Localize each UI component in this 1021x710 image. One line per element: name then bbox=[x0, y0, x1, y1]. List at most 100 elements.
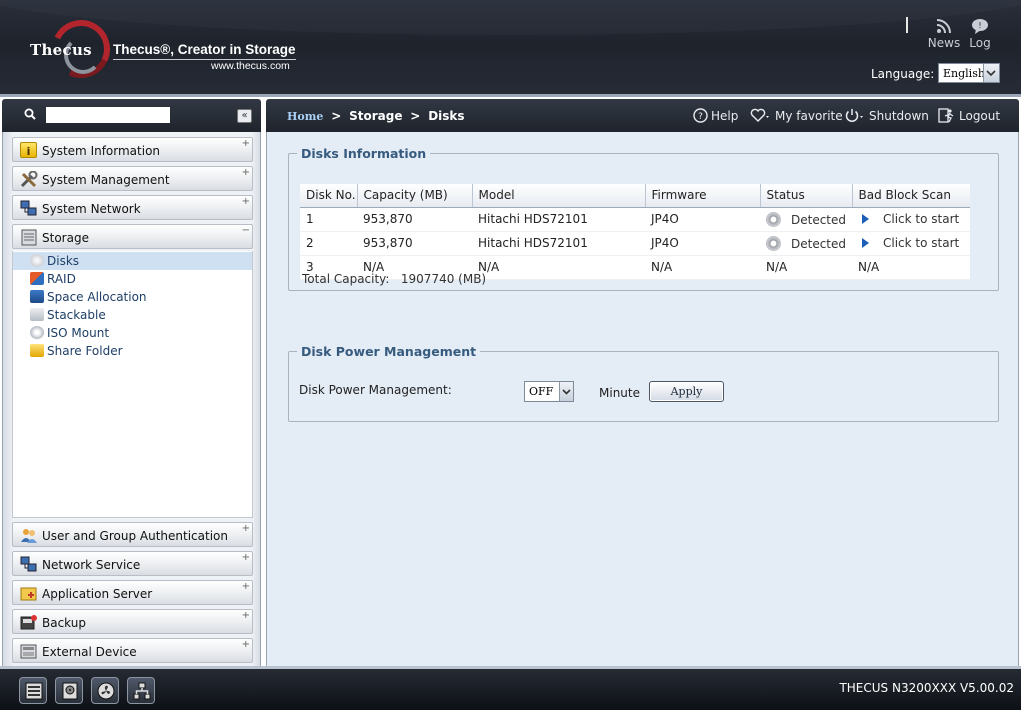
disk-power-dropdown-button[interactable] bbox=[559, 382, 573, 401]
sidebar-item-backup[interactable]: Backup + bbox=[12, 609, 253, 634]
server-status-button[interactable] bbox=[19, 677, 47, 704]
model-cell: Hitachi HDS72101 bbox=[472, 231, 645, 256]
expand-icon[interactable]: + bbox=[242, 167, 250, 178]
brand-url: www.thecus.com bbox=[211, 60, 290, 72]
expand-icon[interactable]: + bbox=[242, 581, 250, 592]
sidebar-search-bar: « bbox=[2, 99, 261, 132]
bad-block-scan-cell[interactable]: Click to start bbox=[852, 207, 970, 232]
play-icon[interactable] bbox=[862, 214, 869, 224]
expand-icon[interactable]: + bbox=[242, 610, 250, 621]
total-capacity-label: Total Capacity: bbox=[302, 272, 390, 286]
disks-information-legend: Disks Information bbox=[301, 146, 427, 161]
column-header[interactable]: Bad Block Scan bbox=[852, 184, 970, 208]
table-row[interactable]: 1 953,870 Hitachi HDS72101 JP4O Detected… bbox=[300, 207, 970, 232]
svg-text:?: ? bbox=[698, 112, 703, 122]
column-header[interactable]: Model bbox=[472, 184, 646, 208]
language-label: Language: bbox=[871, 67, 935, 81]
disk-status-button[interactable] bbox=[55, 677, 83, 704]
sidebar-item-user-group-authentication[interactable]: User and Group Authentication + bbox=[12, 522, 253, 547]
bad-block-scan-link[interactable]: Click to start bbox=[883, 212, 959, 226]
heart-icon bbox=[750, 108, 769, 122]
breadcrumb-storage[interactable]: Storage bbox=[349, 109, 402, 123]
disk-power-timeout-select[interactable]: OFF bbox=[524, 381, 574, 402]
disks-information-panel: Disks Information Disk No. Capacity (MB)… bbox=[288, 146, 999, 291]
my-favorite-button[interactable]: My favorite bbox=[750, 108, 843, 123]
sidebar-item-network-service[interactable]: Network Service + bbox=[12, 551, 253, 576]
disks-table: Disk No. Capacity (MB) Model Firmware St… bbox=[300, 184, 970, 280]
table-row[interactable]: 2 953,870 Hitachi HDS72101 JP4O Detected… bbox=[300, 231, 970, 256]
collapse-sidebar-button[interactable]: « bbox=[237, 109, 252, 123]
status-cell: Detected bbox=[760, 207, 852, 232]
collapse-icon[interactable]: − bbox=[242, 225, 250, 236]
expand-icon[interactable]: + bbox=[242, 138, 250, 149]
brand-tagline: Thecus®, Creator in Storage bbox=[113, 42, 296, 60]
sidebar-item-raid[interactable]: RAID bbox=[13, 270, 252, 288]
breadcrumb-home[interactable]: Home bbox=[287, 110, 323, 123]
sidebar-item-system-network[interactable]: System Network + bbox=[12, 195, 253, 220]
sidebar-item-disks[interactable]: Disks bbox=[13, 252, 252, 270]
sidebar-subitem-label: ISO Mount bbox=[47, 326, 110, 340]
header-divider bbox=[906, 17, 908, 33]
news-link[interactable]: News bbox=[924, 18, 964, 50]
column-header[interactable]: Firmware bbox=[645, 184, 761, 208]
sidebar-item-label: System Information bbox=[42, 144, 161, 158]
speech-bubble-icon: ! bbox=[972, 19, 988, 34]
firmware-version: THECUS N3200XXX V5.00.02 bbox=[839, 681, 1014, 695]
status-text: Detected bbox=[791, 236, 847, 251]
iso-mount-icon bbox=[30, 326, 44, 339]
shutdown-button[interactable]: Shutdown bbox=[844, 108, 929, 123]
expand-icon[interactable]: + bbox=[242, 552, 250, 563]
breadcrumb-separator: > bbox=[410, 109, 421, 123]
info-icon: i bbox=[20, 142, 37, 158]
sidebar: i System Information + System Management… bbox=[2, 132, 261, 666]
sidebar-item-external-device[interactable]: External Device + bbox=[12, 638, 253, 663]
stackable-icon bbox=[30, 308, 44, 321]
column-header[interactable]: Disk No. bbox=[300, 184, 358, 208]
network-service-icon bbox=[20, 556, 37, 572]
expand-icon[interactable]: + bbox=[242, 196, 250, 207]
main-toolbar: Home > Storage > Disks ? Help My favorite… bbox=[266, 99, 1019, 132]
sidebar-item-space-allocation[interactable]: Space Allocation bbox=[13, 288, 252, 306]
disk-number-cell: 1 bbox=[300, 207, 357, 232]
language-select[interactable]: English bbox=[938, 63, 1000, 83]
log-label: Log bbox=[969, 36, 991, 50]
logout-button[interactable]: Logout bbox=[938, 108, 1000, 123]
sidebar-item-system-information[interactable]: i System Information + bbox=[12, 137, 253, 162]
network-status-button[interactable] bbox=[127, 677, 155, 704]
sidebar-item-label: Storage bbox=[42, 231, 89, 245]
play-icon[interactable] bbox=[862, 238, 869, 248]
disk-power-unit-label: Minute bbox=[599, 386, 640, 400]
network-tree-icon bbox=[133, 682, 151, 700]
search-input[interactable] bbox=[46, 107, 170, 123]
sidebar-item-application-server[interactable]: Application Server + bbox=[12, 580, 253, 605]
column-header[interactable]: Status bbox=[760, 184, 853, 208]
sidebar-item-label: Backup bbox=[42, 616, 86, 630]
bad-block-scan-link[interactable]: Click to start bbox=[883, 236, 959, 250]
column-header[interactable]: Capacity (MB) bbox=[357, 184, 473, 208]
status-cell: N/A bbox=[760, 255, 852, 280]
fan-status-button[interactable] bbox=[91, 677, 119, 704]
bad-block-scan-cell[interactable]: Click to start bbox=[852, 231, 970, 256]
sidebar-item-storage[interactable]: Storage − bbox=[12, 224, 253, 249]
sidebar-item-label: System Network bbox=[42, 202, 141, 216]
firmware-cell: JP4O bbox=[645, 207, 760, 232]
help-button[interactable]: ? Help bbox=[693, 108, 738, 123]
breadcrumb-disks: Disks bbox=[428, 109, 465, 123]
users-icon bbox=[20, 527, 37, 543]
power-icon bbox=[845, 109, 863, 122]
sidebar-item-stackable[interactable]: Stackable bbox=[13, 306, 252, 324]
expand-icon[interactable]: + bbox=[242, 639, 250, 650]
sidebar-item-system-management[interactable]: System Management + bbox=[12, 166, 253, 191]
disk-power-management-legend: Disk Power Management bbox=[301, 344, 477, 359]
firmware-cell: N/A bbox=[645, 255, 760, 280]
logout-label: Logout bbox=[959, 109, 1001, 123]
firmware-cell: JP4O bbox=[645, 231, 760, 256]
sidebar-item-iso-mount[interactable]: ISO Mount bbox=[13, 324, 252, 342]
expand-icon[interactable]: + bbox=[242, 523, 250, 534]
language-dropdown-button[interactable] bbox=[983, 64, 999, 82]
apply-button[interactable]: Apply bbox=[649, 381, 724, 402]
fan-icon bbox=[97, 682, 115, 700]
sidebar-item-share-folder[interactable]: Share Folder bbox=[13, 342, 252, 360]
search-icon[interactable] bbox=[24, 108, 36, 120]
log-link[interactable]: ! Log bbox=[960, 18, 1000, 50]
